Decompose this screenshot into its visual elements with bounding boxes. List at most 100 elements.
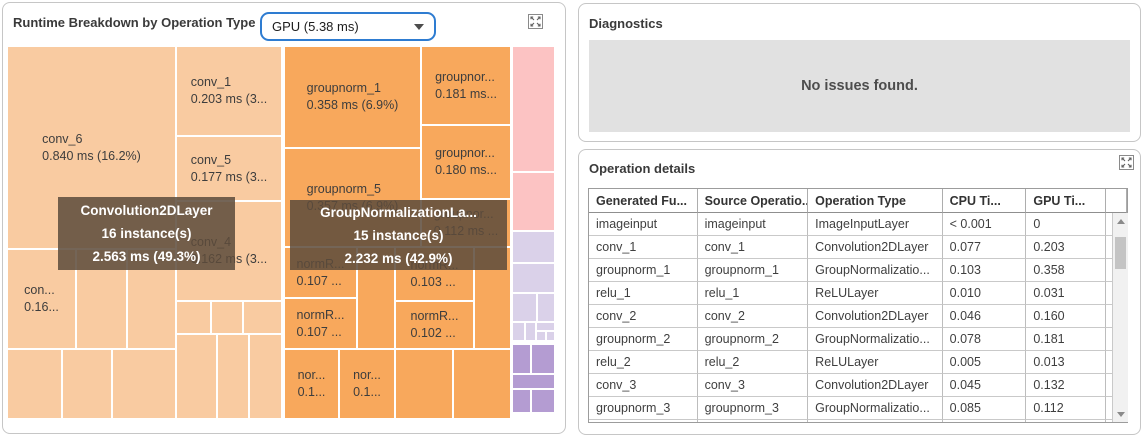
table-column-header[interactable]: GPU Ti... xyxy=(1026,189,1106,213)
treemap-cell-label: con...0.16... xyxy=(8,250,75,348)
scroll-down-arrow-icon[interactable] xyxy=(1113,407,1128,421)
metric-dropdown[interactable]: GPU (5.38 ms) xyxy=(260,12,436,41)
treemap-cell-label: groupnor...0.112 ms ... xyxy=(422,200,510,246)
table-cell: imageinput xyxy=(589,213,698,236)
table-scrollbar[interactable] xyxy=(1112,213,1128,422)
table-row[interactable]: groupnorm_3groupnorm_3GroupNormalizatio.… xyxy=(589,397,1127,420)
treemap-cell[interactable]: groupnorm_50.357 ms (6.9%) xyxy=(285,149,420,246)
table-cell: 0 xyxy=(1026,213,1106,236)
treemap-cell[interactable]: conv_10.203 ms (3... xyxy=(177,47,281,135)
table-cell: 0.112 xyxy=(1026,397,1106,420)
table-row[interactable]: groupnorm_1groupnorm_1GroupNormalizatio.… xyxy=(589,259,1127,282)
table-cell: Convolution2DLayer xyxy=(808,374,942,397)
treemap-cell[interactable] xyxy=(244,302,281,333)
table-row[interactable]: conv_2conv_2Convolution2DLayer0.0460.160 xyxy=(589,305,1127,328)
treemap-cell[interactable] xyxy=(454,350,510,418)
treemap-cell[interactable]: con...0.16... xyxy=(8,250,75,348)
treemap-cell[interactable] xyxy=(113,350,175,418)
treemap-cell[interactable] xyxy=(513,390,530,412)
treemap-cell[interactable] xyxy=(538,294,554,321)
treemap-cell[interactable] xyxy=(537,332,545,340)
treemap-cell[interactable] xyxy=(77,250,126,348)
treemap-cell[interactable] xyxy=(358,248,394,348)
treemap-cell[interactable] xyxy=(177,335,216,418)
table-row[interactable]: conv_1conv_1Convolution2DLayer0.0770.203 xyxy=(589,236,1127,259)
table-cell: 0.078 xyxy=(943,328,1027,351)
table-cell: groupnorm_3 xyxy=(589,397,698,420)
treemap-cell[interactable] xyxy=(537,323,554,330)
treemap-cell[interactable]: groupnor...0.180 ms... xyxy=(422,126,510,198)
table-cell: GroupNormalizatio... xyxy=(808,328,942,351)
table-cell: 0.203 xyxy=(1026,236,1106,259)
table-cell: groupnorm_3 xyxy=(698,397,809,420)
table-cell: 0.009 xyxy=(1026,420,1106,423)
treemap-cell[interactable]: groupnor...0.112 ms ... xyxy=(422,200,510,246)
table-cell: ReLULayer xyxy=(808,420,942,423)
table-column-header[interactable]: Operation Type xyxy=(808,189,942,213)
treemap-cell[interactable]: groupnor...0.181 ms... xyxy=(422,47,510,124)
treemap-cell[interactable] xyxy=(513,294,536,321)
table-cell: 0.031 xyxy=(1026,282,1106,305)
scrollbar-thumb[interactable] xyxy=(1115,237,1126,269)
treemap-cell[interactable] xyxy=(218,335,248,418)
treemap-cell[interactable] xyxy=(532,390,554,412)
treemap-cell[interactable] xyxy=(513,323,524,340)
table-cell: groupnorm_2 xyxy=(698,328,809,351)
treemap-cell[interactable]: conv_40.162 ms (3... xyxy=(177,202,281,300)
diagnostics-message: No issues found. xyxy=(801,78,918,94)
treemap-cell[interactable] xyxy=(513,232,554,262)
treemap-cell[interactable]: normR...0.107 ... xyxy=(285,299,356,348)
treemap-cell[interactable] xyxy=(513,375,554,388)
operation-details-title: Operation details xyxy=(589,161,695,176)
table-column-header[interactable]: Generated Fu... xyxy=(589,189,698,213)
table-cell: 0.181 xyxy=(1026,328,1106,351)
table-cell: 0.005 xyxy=(943,351,1027,374)
table-cell: 0.046 xyxy=(943,305,1027,328)
treemap-cell-label: groupnorm_10.358 ms (6.9%) xyxy=(285,47,420,147)
table-column-header[interactable]: CPU Ti... xyxy=(943,189,1027,213)
table-row[interactable]: imageinputimageinputImageInputLayer< 0.0… xyxy=(589,213,1127,236)
treemap-cell[interactable] xyxy=(212,302,242,333)
treemap-cell[interactable]: conv_60.840 ms (16.2%) xyxy=(8,47,175,248)
treemap-cell[interactable] xyxy=(63,350,111,418)
table-cell: 0.010 xyxy=(943,282,1027,305)
treemap-cell[interactable] xyxy=(526,323,535,340)
treemap-cell[interactable]: nor...0.1... xyxy=(340,350,394,418)
expand-icon[interactable] xyxy=(1118,155,1134,171)
treemap-cell[interactable] xyxy=(396,350,452,418)
table-column-header[interactable] xyxy=(1106,189,1127,213)
treemap-cell[interactable]: conv_50.177 ms (3... xyxy=(177,137,281,200)
table-cell: conv_3 xyxy=(589,374,698,397)
treemap-cell-label: nor...0.1... xyxy=(285,350,338,418)
treemap-cell[interactable] xyxy=(513,345,530,373)
treemap-cell[interactable] xyxy=(547,332,554,340)
treemap-cell[interactable] xyxy=(513,47,554,171)
treemap-cell[interactable] xyxy=(513,264,554,292)
table-row[interactable]: relu_3relu_3ReLULayer0.0030.009 xyxy=(589,420,1127,423)
treemap-cell[interactable] xyxy=(250,335,281,418)
diagnostics-message-box: No issues found. xyxy=(589,40,1130,132)
table-row[interactable]: conv_3conv_3Convolution2DLayer0.0450.132 xyxy=(589,374,1127,397)
table-cell: 0.358 xyxy=(1026,259,1106,282)
treemap-cell[interactable] xyxy=(475,248,510,348)
treemap-cell[interactable]: normR...0.107 ... xyxy=(285,248,356,297)
expand-icon[interactable] xyxy=(527,14,543,30)
scroll-up-arrow-icon[interactable] xyxy=(1113,214,1128,228)
treemap-cell[interactable] xyxy=(177,302,210,333)
treemap-cell[interactable] xyxy=(532,345,554,373)
treemap-cell[interactable] xyxy=(128,250,175,348)
treemap-cell[interactable]: normR...0.103 ... xyxy=(396,248,473,300)
treemap-cell[interactable]: groupnorm_10.358 ms (6.9%) xyxy=(285,47,420,147)
table-row[interactable]: groupnorm_2groupnorm_2GroupNormalizatio.… xyxy=(589,328,1127,351)
treemap-cell[interactable] xyxy=(513,173,554,230)
table-column-header[interactable]: Source Operatio... xyxy=(698,189,809,213)
treemap-cell[interactable]: normR...0.102 ... xyxy=(396,302,473,348)
gpu-profiling-report: Runtime Breakdown by Operation Type GPU … xyxy=(0,0,1143,436)
treemap-cell[interactable] xyxy=(8,350,61,418)
table-cell: 0.077 xyxy=(943,236,1027,259)
operation-details-table[interactable]: Generated Fu...Source Operatio...Operati… xyxy=(588,188,1128,423)
treemap-cell[interactable]: nor...0.1... xyxy=(285,350,338,418)
table-header-row: Generated Fu...Source Operatio...Operati… xyxy=(589,189,1127,213)
table-row[interactable]: relu_2relu_2ReLULayer0.0050.013 xyxy=(589,351,1127,374)
table-row[interactable]: relu_1relu_1ReLULayer0.0100.031 xyxy=(589,282,1127,305)
